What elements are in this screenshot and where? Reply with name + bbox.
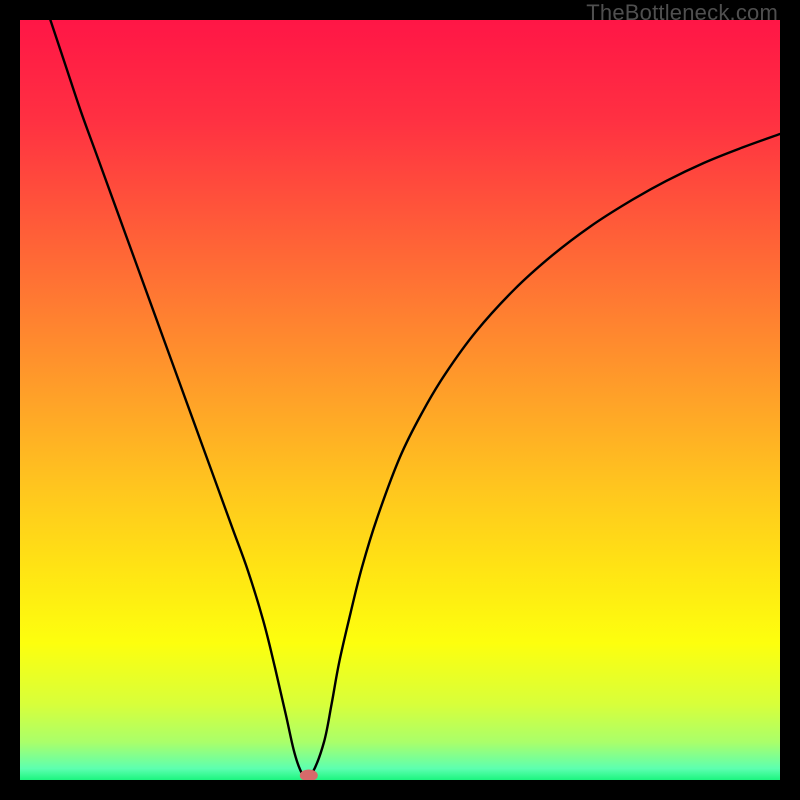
watermark-text: TheBottleneck.com — [586, 0, 778, 26]
chart-background — [20, 20, 780, 780]
bottleneck-chart — [20, 20, 780, 780]
